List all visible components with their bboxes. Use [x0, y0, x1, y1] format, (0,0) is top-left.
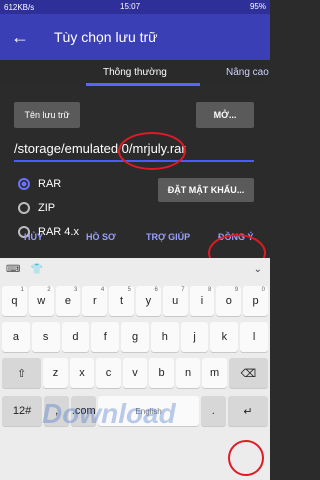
key-label: p — [252, 295, 259, 307]
key-j[interactable]: j — [180, 322, 209, 352]
key-c[interactable]: c — [96, 358, 121, 388]
key-hint: 6 — [154, 287, 158, 293]
key-hint: 9 — [234, 287, 239, 293]
network-speed: 612KB/s — [4, 2, 35, 12]
key-u[interactable]: u7 — [162, 286, 188, 316]
key-label: t — [120, 295, 124, 307]
archive-name-button[interactable]: Tên lưu trữ — [14, 102, 80, 128]
page-title: Tùy chọn lưu trữ — [54, 29, 158, 45]
highlight-ring-enter — [228, 440, 264, 476]
symbols-key[interactable]: 12# — [2, 396, 43, 426]
help-button[interactable]: TRỢ GIÚP — [146, 232, 190, 242]
open-button[interactable]: MỞ... — [196, 102, 254, 128]
key-t[interactable]: t5 — [109, 286, 134, 316]
key-hint: 5 — [127, 287, 131, 293]
radio-unchecked-icon — [18, 202, 30, 214]
key-label: e — [64, 295, 72, 307]
status-bar: 612KB/s 15:07 95% — [0, 0, 270, 14]
key-w[interactable]: w2 — [28, 286, 54, 316]
format-rar-label: RAR — [38, 178, 62, 190]
key-p[interactable]: p0 — [243, 286, 268, 316]
key-label: w — [37, 295, 46, 307]
keyboard-toolbar: ⌨ 👕 ⌄ — [0, 258, 270, 280]
key-v[interactable]: v — [122, 358, 148, 388]
app-bar: ← Tùy chọn lưu trữ — [0, 14, 270, 60]
battery-level: 95% — [249, 2, 266, 11]
key-e[interactable]: e3 — [55, 286, 81, 316]
key-a[interactable]: a — [2, 322, 30, 352]
tab-advanced[interactable]: Nâng cao — [226, 67, 269, 78]
watermark: Download — [42, 398, 176, 429]
shirt-icon[interactable]: 👕 — [30, 264, 42, 275]
key-label: o — [225, 295, 232, 307]
key-l[interactable]: l — [240, 322, 269, 352]
key-hint: 8 — [208, 287, 212, 293]
key-s[interactable]: s — [31, 322, 60, 352]
key-b[interactable]: b — [149, 358, 174, 388]
keyboard-row-1: q1 w2 e3 r4 t5 y6 u7 i8 o9 p0 — [2, 286, 268, 316]
key-z[interactable]: z — [43, 358, 68, 388]
key-x[interactable]: x — [69, 358, 95, 388]
radio-checked-icon — [18, 178, 30, 190]
keyboard-row-3: ⇧ z x c v b n m ⌫ — [2, 358, 269, 388]
tab-normal[interactable]: Thông thường — [103, 67, 167, 78]
keyboard-icon[interactable]: ⌨ — [6, 264, 20, 275]
key-label: u — [172, 295, 179, 307]
key-k[interactable]: k — [210, 322, 239, 352]
keyboard: ⌨ 👕 ⌄ q1 w2 e3 r4 t5 y6 u7 i8 o9 p0 a s … — [0, 258, 270, 480]
chevron-down-icon[interactable]: ⌄ — [254, 264, 262, 275]
key-label: i — [200, 295, 204, 307]
key-label: y — [145, 295, 152, 307]
key-m[interactable]: m — [202, 358, 227, 388]
format-zip-label: ZIP — [38, 202, 56, 214]
key-i[interactable]: i8 — [189, 286, 215, 316]
cancel-button[interactable]: HỦY — [24, 232, 43, 242]
shift-key[interactable]: ⇧ — [2, 358, 42, 388]
key-n[interactable]: n — [175, 358, 201, 388]
key-hint: 1 — [20, 287, 24, 293]
key-y[interactable]: y6 — [135, 286, 161, 316]
key-o[interactable]: o9 — [216, 286, 242, 316]
key-hint: 7 — [181, 287, 185, 293]
format-rar-radio[interactable]: RAR — [18, 178, 61, 190]
key-hint: 0 — [261, 287, 265, 293]
key-hint: 3 — [74, 287, 78, 293]
key-label: q — [11, 295, 18, 307]
key-r[interactable]: r4 — [82, 286, 108, 316]
set-password-button[interactable]: ĐẶT MẬT KHẨU... — [158, 178, 254, 202]
key-d[interactable]: d — [61, 322, 90, 352]
key-label: r — [92, 295, 97, 307]
key-g[interactable]: g — [121, 322, 149, 352]
key-hint: 2 — [47, 287, 51, 293]
keyboard-row-2: a s d f g h j k l — [2, 322, 269, 352]
clock: 15:07 — [120, 2, 141, 11]
key-h[interactable]: h — [150, 322, 179, 352]
profile-button[interactable]: HỒ SƠ — [86, 232, 116, 242]
format-zip-radio[interactable]: ZIP — [18, 202, 55, 214]
tab-bar: Thông thường Nâng cao — [0, 60, 270, 86]
enter-key[interactable]: ↵ — [227, 396, 268, 426]
key-hint: 4 — [100, 287, 105, 293]
backspace-key[interactable]: ⌫ — [228, 358, 269, 388]
key-f[interactable]: f — [91, 322, 120, 352]
status-right: 95% — [250, 2, 266, 11]
period-key[interactable]: . — [200, 396, 226, 426]
highlight-ring-path — [118, 132, 186, 170]
arrow-left-icon[interactable]: ← — [0, 27, 40, 48]
key-q[interactable]: q1 — [2, 286, 27, 316]
